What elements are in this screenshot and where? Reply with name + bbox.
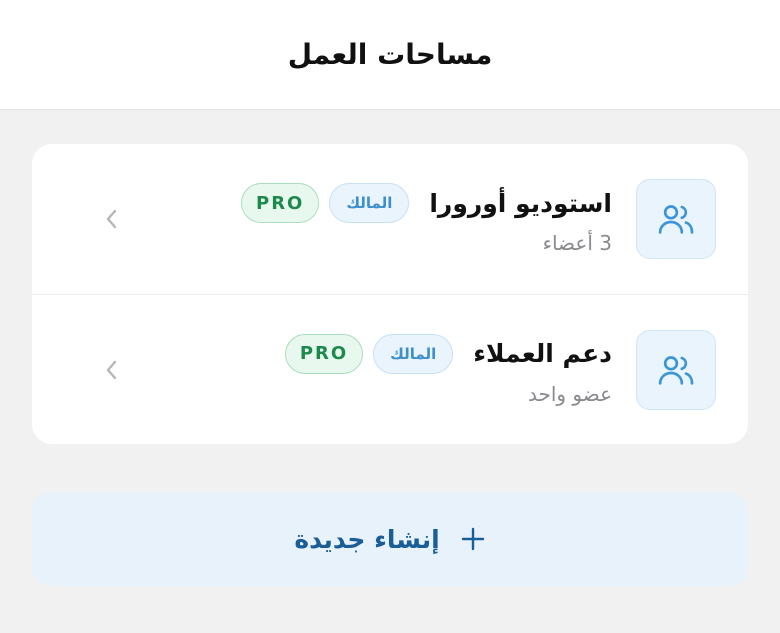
users-icon [658, 355, 694, 385]
member-count: 3 أعضاء [542, 231, 612, 255]
plus-icon [461, 527, 484, 551]
workspace-avatar [636, 329, 716, 410]
workspace-info: استوديو أورورا المالك PRO 3 أعضاء [72, 183, 612, 255]
workspaces-screen: مساحات العمل استوديو أورورا المالك PRO 3… [0, 0, 780, 633]
role-badge: المالك [373, 333, 454, 374]
users-icon [658, 205, 694, 234]
role-badge: المالك [329, 183, 410, 223]
member-count: عضو واحد [527, 381, 612, 406]
chevron-left-icon [106, 209, 117, 229]
workspace-info: دعم العملاء المالك PRO عضو واحد [72, 333, 612, 406]
create-workspace-label: إنشاء جديدة [294, 524, 440, 554]
workspace-name: استوديو أورورا [429, 188, 612, 218]
workspace-list: استوديو أورورا المالك PRO 3 أعضاء دعم ال… [32, 144, 748, 444]
workspace-name: دعم العملاء [473, 339, 612, 368]
workspace-title-line: دعم العملاء المالك PRO [72, 333, 612, 374]
workspace-row-aurora[interactable]: استوديو أورورا المالك PRO 3 أعضاء [32, 144, 748, 294]
app-header: مساحات العمل [0, 0, 780, 110]
chevron-left-icon [106, 360, 117, 379]
create-workspace-button[interactable]: إنشاء جديدة [32, 492, 748, 586]
workspace-avatar [636, 179, 716, 259]
workspace-row-support[interactable]: دعم العملاء المالك PRO عضو واحد [32, 294, 748, 444]
workspace-title-line: استوديو أورورا المالك PRO [72, 183, 612, 223]
plan-badge: PRO [284, 333, 364, 374]
plan-badge: PRO [241, 183, 320, 223]
page-title: مساحات العمل [287, 38, 493, 71]
